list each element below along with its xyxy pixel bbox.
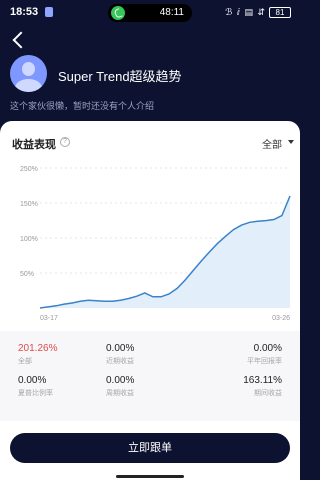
stat-label: 夏普比例率 — [18, 390, 53, 397]
home-indicator — [116, 475, 184, 478]
stat-label: 周期收益 — [106, 390, 134, 397]
stat-label: 期间收益 — [254, 390, 282, 397]
call-duration: 48:11 — [159, 7, 184, 18]
status-bar: 18:53 48:11 ℬ ⅈ ▤ ⇵ 81 — [0, 0, 300, 26]
stat-value: 0.00% — [18, 375, 47, 386]
returns-chart: 250% 150% 100% 50% 03-17 03-26 — [0, 156, 300, 326]
stat-annual: 0.00% 平年回报率 — [247, 343, 282, 366]
follow-button[interactable]: 立即跟单 — [10, 433, 290, 463]
back-button[interactable] — [10, 30, 30, 50]
phone-icon — [111, 6, 125, 20]
stat-period: 0.00% 周期收益 — [106, 375, 134, 398]
status-time: 18:53 — [10, 6, 39, 18]
avatar-head-icon — [22, 62, 35, 76]
stat-total: 201.26% 全部 — [18, 343, 57, 366]
status-icons: ℬ ⅈ ▤ ⇵ — [225, 7, 266, 17]
y-tick-label: 250% — [20, 166, 38, 173]
stat-value: 163.11% — [243, 375, 282, 386]
chevron-down-icon — [288, 140, 294, 144]
stat-label: 全部 — [18, 358, 32, 365]
avatar — [10, 55, 47, 92]
range-select[interactable]: 全部 — [262, 136, 294, 151]
y-tick-label: 150% — [20, 201, 38, 208]
stat-value: 0.00% — [253, 343, 282, 354]
chart-svg: 250% 150% 100% 50% 03-17 03-26 — [20, 166, 291, 322]
card-title: 收益表现 — [12, 139, 56, 151]
stats-panel: 201.26% 全部 0.00% 近期收益 0.00% 平年回报率 0.00% … — [0, 331, 300, 421]
x-tick-label: 03-26 — [272, 315, 290, 322]
call-pill[interactable]: 48:11 — [108, 4, 192, 22]
bottom-bar: 立即跟单 — [0, 421, 300, 480]
stat-sharpe: 0.00% 夏普比例率 — [18, 375, 53, 398]
notification-icon — [45, 7, 53, 17]
stat-label: 平年回报率 — [247, 358, 282, 365]
stat-value: 0.00% — [106, 343, 135, 354]
battery-icon: 81 — [269, 7, 291, 18]
x-tick-label: 03-17 — [40, 315, 58, 322]
strategy-name: Super Trend超级趋势 — [58, 69, 182, 84]
stat-label: 近期收益 — [106, 358, 134, 365]
y-tick-label: 100% — [20, 236, 38, 243]
y-tick-label: 50% — [20, 271, 34, 278]
stat-interval: 163.11% 期间收益 — [243, 375, 282, 398]
help-icon[interactable]: ? — [60, 137, 70, 147]
stat-recent: 0.00% 近期收益 — [106, 343, 134, 366]
performance-card: 收益表现 ? 全部 250% 150% 100% 50% 03-17 03-26 201.… — [0, 121, 300, 421]
profile-description: 这个家伙很懒，暂时还没有个人介绍 — [10, 101, 155, 111]
avatar-body-icon — [15, 79, 42, 92]
range-label: 全部 — [262, 140, 282, 151]
series-area — [40, 196, 290, 308]
stat-value: 201.26% — [18, 343, 58, 354]
stat-value: 0.00% — [106, 375, 135, 386]
